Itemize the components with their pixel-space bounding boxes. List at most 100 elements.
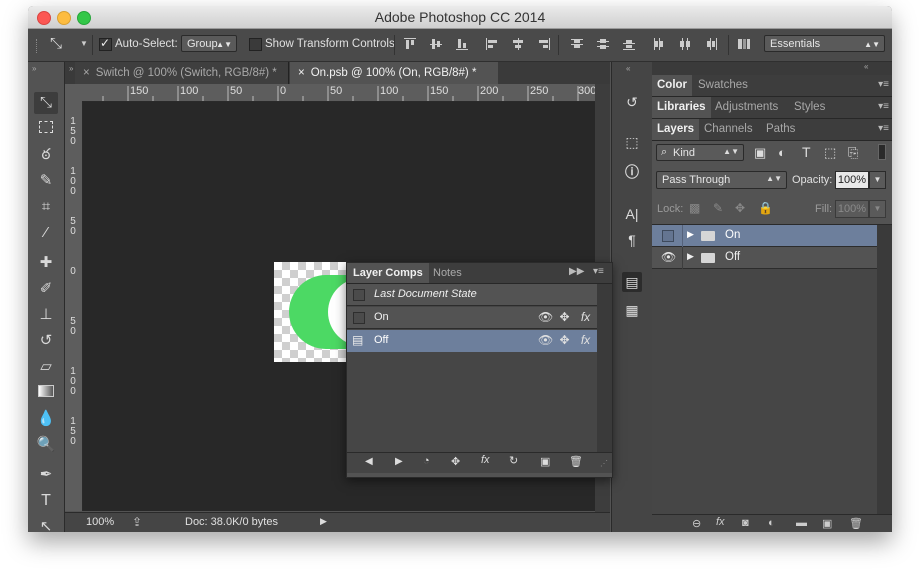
brush-tool-icon[interactable]: ✐ (34, 278, 58, 300)
apply-comp-toggle[interactable] (353, 289, 365, 301)
auto-select-checkbox[interactable]: ✓ (99, 36, 112, 51)
align-hcenter-icon[interactable] (512, 38, 524, 50)
info-panel-icon[interactable]: ⓘ (622, 162, 642, 182)
eyedropper-tool-icon[interactable]: ⁄ (34, 222, 58, 244)
panel-menu-icon[interactable]: ▾≡ (878, 79, 889, 90)
expand-panel-icon[interactable]: ▶▶ (569, 266, 584, 277)
tab-layers[interactable]: Layers (652, 119, 700, 140)
share-icon[interactable]: ⇪ (132, 515, 142, 529)
add-mask-icon[interactable]: ◙ (742, 517, 749, 529)
move-tool-preset-icon[interactable]: ⤡ (50, 35, 62, 52)
opacity-input[interactable]: 100% (835, 171, 869, 189)
distribute-left-icon[interactable] (653, 38, 665, 50)
ruler-corner[interactable] (65, 84, 83, 102)
expand-triangle-icon[interactable]: ▶ (687, 229, 694, 240)
lock-position-icon[interactable]: ✥ (735, 201, 745, 215)
tab-layer-comps[interactable]: Layer Comps (347, 263, 429, 283)
align-bottom-icon[interactable] (456, 38, 468, 50)
lasso-tool-icon[interactable]: ఠ (34, 144, 58, 166)
doc-info[interactable]: Doc: 38.0K/0 bytes (185, 516, 278, 528)
lock-all-icon[interactable]: 🔒 (758, 201, 773, 215)
show-transform-checkbox[interactable] (249, 38, 262, 51)
resize-grip-icon[interactable]: ⋰ (600, 459, 608, 468)
filter-smart-object-icon[interactable]: ⎘ (848, 145, 858, 161)
align-vcenter-icon[interactable] (430, 38, 442, 50)
vertical-ruler[interactable]: 150 100 50 0 50 100 150 (65, 101, 83, 511)
distribute-vcenter-icon[interactable] (597, 38, 609, 50)
tab-color[interactable]: Color (652, 75, 693, 96)
position-icon[interactable]: ✥ (557, 333, 572, 348)
adjustment-layer-icon[interactable]: ◐ (768, 517, 775, 529)
path-selection-tool-icon[interactable]: ↖ (34, 516, 58, 532)
visibility-eye-icon[interactable]: 👁 (538, 310, 553, 325)
comp-row-off[interactable]: ▤ Off 👁 ✥ fx (347, 330, 597, 352)
tab-styles[interactable]: Styles (789, 97, 830, 118)
visibility-toggle[interactable] (662, 230, 674, 242)
blur-tool-icon[interactable]: 💧 (34, 408, 58, 430)
tab-libraries[interactable]: Libraries (652, 97, 711, 118)
filter-adjustment-icon[interactable]: ◐ (778, 145, 786, 160)
update-position-icon[interactable]: ✥ (451, 455, 460, 468)
comp-row-on[interactable]: On 👁 ✥ fx (347, 307, 597, 329)
layer-row-on[interactable]: ▶ On (652, 225, 877, 247)
opacity-slider-button[interactable]: ▼ (869, 171, 886, 189)
eye-icon[interactable]: 👁 (661, 250, 676, 264)
distribute-top-icon[interactable] (571, 38, 583, 50)
collapse-chevron-icon[interactable]: » (32, 64, 36, 73)
filter-toggle[interactable] (878, 144, 886, 160)
distribute-hcenter-icon[interactable] (679, 38, 691, 50)
panel-menu-icon[interactable]: ▾≡ (593, 266, 604, 277)
new-group-icon[interactable]: ▬ (796, 517, 807, 529)
apply-comp-toggle[interactable] (353, 312, 365, 324)
pen-tool-icon[interactable]: ✒ (34, 464, 58, 486)
layer-filter-dropdown[interactable]: ⌕ Kind ▲▼ (656, 144, 744, 161)
tab-notes[interactable]: Notes (428, 263, 467, 283)
fx-icon[interactable]: fx (578, 333, 593, 348)
doc-tab-switch[interactable]: × Switch @ 100% (Switch, RGB/8#) * (75, 62, 289, 84)
new-comp-icon[interactable]: ▣ (540, 455, 550, 468)
layers-scrollbar[interactable] (877, 225, 892, 515)
healing-brush-tool-icon[interactable]: ✚ (34, 252, 58, 274)
expand-triangle-icon[interactable]: ▶ (687, 251, 694, 262)
next-comp-icon[interactable]: ▶ (395, 456, 403, 467)
move-tool-icon[interactable]: ⤡ (34, 92, 58, 114)
trash-icon[interactable]: 🗑 (849, 517, 863, 530)
comp-row-last-state[interactable]: Last Document State (347, 284, 597, 306)
align-right-icon[interactable] (538, 38, 550, 50)
layer-comps-scrollbar[interactable] (597, 284, 612, 454)
filter-shape-icon[interactable]: ⬚ (824, 145, 836, 161)
fill-slider-button[interactable]: ▼ (869, 200, 886, 218)
update-style-icon[interactable]: fx (481, 454, 490, 466)
filter-pixel-icon[interactable]: ▣ (754, 145, 766, 161)
doc-tab-on-psb[interactable]: × On.psb @ 100% (On, RGB/8#) * (290, 62, 498, 84)
3d-panel-icon[interactable]: ⬚ (622, 132, 642, 152)
trash-icon[interactable]: 🗑 (569, 455, 583, 468)
crop-tool-icon[interactable]: ⌗ (34, 196, 58, 218)
lock-image-icon[interactable]: ✎ (713, 201, 723, 215)
clone-stamp-tool-icon[interactable]: ⊥ (34, 304, 58, 326)
history-panel-icon[interactable]: ↺ (622, 92, 642, 112)
marquee-tool-icon[interactable] (34, 118, 58, 140)
paragraph-panel-icon[interactable]: ¶ (622, 230, 642, 250)
tab-channels[interactable]: Channels (699, 119, 758, 140)
new-layer-icon[interactable]: ▣ (822, 517, 832, 530)
distribute-right-icon[interactable] (705, 38, 717, 50)
lock-transparent-icon[interactable]: ▩ (689, 201, 700, 215)
dodge-tool-icon[interactable]: 🔍 (34, 434, 58, 456)
align-left-icon[interactable] (486, 38, 498, 50)
collapse-chevron-icon[interactable]: « (864, 62, 868, 71)
tab-swatches[interactable]: Swatches (693, 75, 753, 96)
gradient-tool-icon[interactable] (34, 382, 58, 404)
panel-menu-icon[interactable]: ▾≡ (878, 101, 889, 112)
collapse-chevron-icon[interactable]: » (69, 64, 73, 73)
tab-adjustments[interactable]: Adjustments (710, 97, 783, 118)
history-brush-tool-icon[interactable]: ↺ (34, 330, 58, 352)
notes-panel-icon[interactable]: ▦ (622, 300, 642, 320)
align-top-icon[interactable] (404, 38, 416, 50)
quick-selection-tool-icon[interactable]: ✎ (34, 170, 58, 192)
fill-input[interactable]: 100% (835, 200, 869, 218)
options-bar-grip[interactable] (36, 39, 40, 53)
layer-row-off[interactable]: 👁 ▶ Off (652, 247, 877, 269)
filter-type-icon[interactable]: T (802, 144, 811, 160)
layer-comps-panel-icon[interactable]: ▤ (622, 272, 642, 292)
